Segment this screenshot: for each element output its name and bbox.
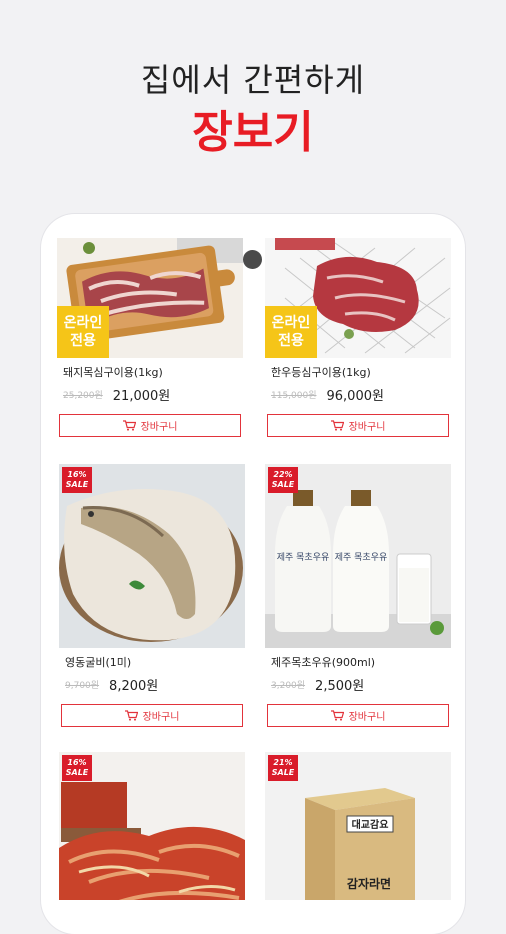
product-card[interactable]: 16% SALE: [59, 752, 245, 900]
sale-badge: 22% SALE: [268, 467, 298, 493]
online-only-badge: 온라인 전용: [265, 306, 317, 358]
cart-icon: [330, 710, 344, 721]
milk-label-text: 제주 목초우유: [335, 552, 388, 563]
product-card[interactable]: 대교감요 감자라면 21% SALE: [265, 752, 451, 900]
product-image-ramen-box: 대교감요 감자라면 21% SALE: [265, 752, 451, 900]
sale-price: 2,500원: [315, 678, 365, 694]
discount-rate: 16%: [67, 470, 87, 479]
badge-line2: 전용: [278, 333, 304, 349]
product-image-milk: 제주 목초우유 제주 목초우유 22% SALE: [265, 464, 451, 648]
product-name[interactable]: 영동굴비(1미): [65, 654, 245, 670]
headline-line1: 집에서 간편하게: [140, 61, 366, 99]
box-top-text: 대교감요: [352, 818, 389, 831]
badge-line1: 온라인: [63, 315, 103, 331]
cart-icon: [124, 710, 138, 721]
product-image-beef: 온라인 전용: [265, 238, 451, 358]
product-card[interactable]: 온라인 전용 돼지목심구이용(1kg) 25,200원 21,000원 장바구니: [57, 238, 243, 437]
product-name[interactable]: 제주목초우유(900ml): [271, 654, 451, 670]
badge-line1: 온라인: [271, 315, 311, 331]
discount-rate: 21%: [273, 758, 293, 767]
sale-label: SALE: [271, 480, 295, 489]
online-only-badge: 온라인 전용: [57, 306, 109, 358]
milk-label-text: 제주 목초우유: [277, 552, 330, 563]
price-row: 25,200원 21,000원: [63, 386, 243, 404]
price-row: 115,000원 96,000원: [271, 386, 451, 404]
sale-label: SALE: [65, 768, 89, 777]
cart-label: 장바구니: [348, 422, 386, 433]
product-image-fish: 16% SALE: [59, 464, 245, 648]
original-price: 25,200원: [63, 390, 103, 401]
promo-headline: 집에서 간편하게 장보기: [0, 58, 506, 162]
product-name[interactable]: 한우등심구이용(1kg): [271, 364, 451, 380]
cart-label: 장바구니: [348, 712, 386, 723]
original-price: 9,700원: [65, 680, 100, 691]
badge-line2: 전용: [70, 333, 96, 349]
product-card[interactable]: 온라인 전용 한우등심구이용(1kg) 115,000원 96,000원 장바구…: [265, 238, 451, 437]
sale-price: 96,000원: [326, 388, 384, 404]
sale-label: SALE: [271, 768, 295, 777]
price-row: 3,200원 2,500원: [271, 676, 451, 694]
product-name[interactable]: 돼지목심구이용(1kg): [63, 364, 243, 380]
headline-line2: 장보기: [192, 107, 314, 158]
box-label-text: 감자라면: [347, 876, 391, 891]
discount-rate: 16%: [67, 758, 87, 767]
discount-rate: 22%: [273, 470, 293, 479]
sale-badge: 21% SALE: [268, 755, 298, 781]
add-to-cart-button[interactable]: 장바구니: [59, 414, 241, 437]
product-grid: 온라인 전용 돼지목심구이용(1kg) 25,200원 21,000원 장바구니: [57, 238, 451, 900]
add-to-cart-button[interactable]: 장바구니: [61, 704, 243, 727]
price-row: 9,700원 8,200원: [65, 676, 245, 694]
original-price: 115,000원: [271, 390, 317, 401]
sale-badge: 16% SALE: [62, 467, 92, 493]
add-to-cart-button[interactable]: 장바구니: [267, 414, 449, 437]
product-card[interactable]: 16% SALE 영동굴비(1미) 9,700원 8,200원 장바구니: [59, 464, 245, 727]
sale-label: SALE: [65, 480, 89, 489]
sale-price: 8,200원: [109, 678, 159, 694]
product-image-kimchi: 16% SALE: [59, 752, 245, 900]
product-image-pork: 온라인 전용: [57, 238, 243, 358]
cart-icon: [122, 420, 136, 431]
sale-badge: 16% SALE: [62, 755, 92, 781]
cart-label: 장바구니: [140, 422, 178, 433]
sale-price: 21,000원: [112, 388, 171, 404]
cart-icon: [330, 420, 344, 431]
original-price: 3,200원: [271, 680, 306, 691]
product-card[interactable]: 제주 목초우유 제주 목초우유 22% SALE 제주목초우유(900ml) 3…: [265, 464, 451, 727]
cart-label: 장바구니: [142, 712, 180, 723]
add-to-cart-button[interactable]: 장바구니: [267, 704, 449, 727]
phone-camera: [243, 250, 262, 269]
